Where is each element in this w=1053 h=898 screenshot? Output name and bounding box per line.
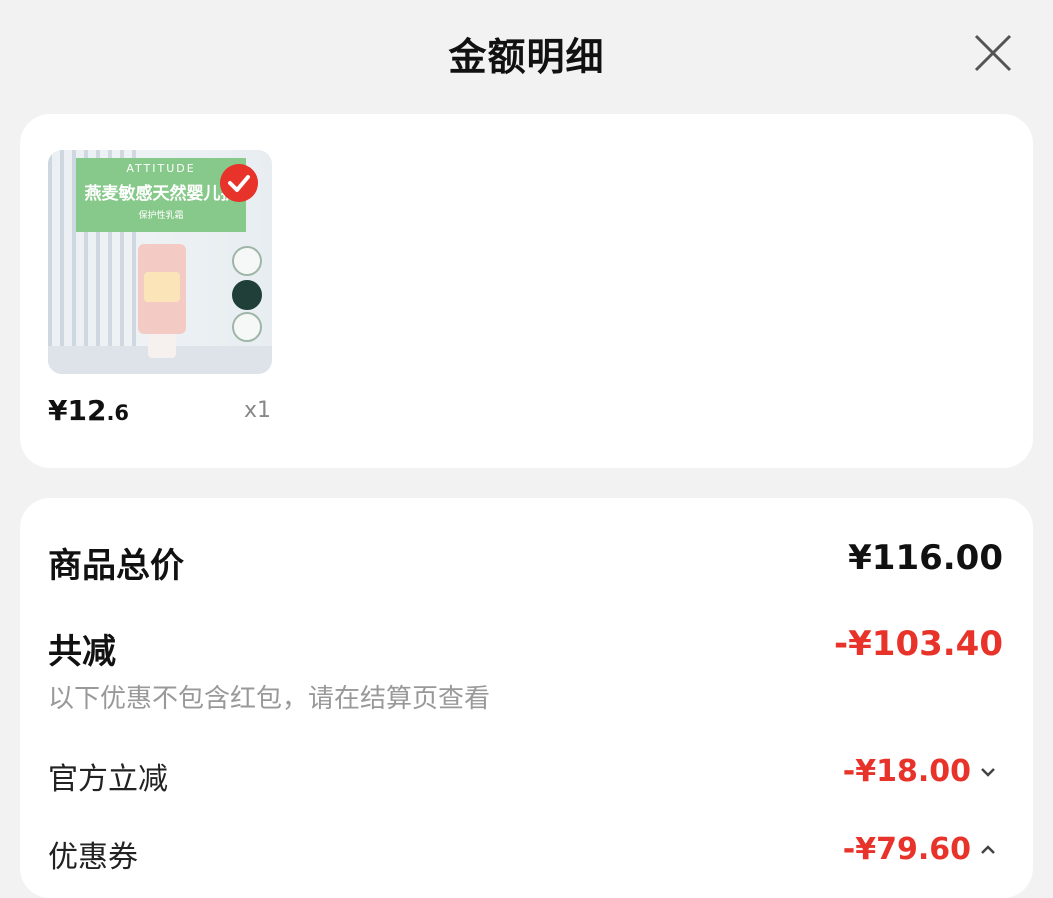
- discount-value: -¥103.40: [834, 624, 1003, 664]
- coupon-row[interactable]: -¥79.60: [843, 832, 997, 867]
- page-title: 金额明细: [448, 35, 605, 79]
- total-label: 商品总价: [48, 546, 184, 586]
- discount-hint: 以下优惠不包含红包，请在结算页查看: [48, 684, 491, 714]
- coupon-value: -¥79.60: [842, 832, 971, 867]
- product-price: ¥12.6: [48, 394, 129, 427]
- certification-badge-icon: [232, 246, 262, 276]
- product-image[interactable]: ATTITUDE 燕麦敏感天然婴儿护 保护性乳霜: [48, 150, 272, 374]
- checkmark-icon[interactable]: [220, 164, 258, 202]
- official-discount-row[interactable]: -¥18.00: [843, 754, 997, 789]
- close-icon[interactable]: [972, 32, 1014, 74]
- summary-card: 商品总价 ¥116.00 共减 -¥103.40 以下优惠不包含红包，请在结算页…: [20, 498, 1033, 898]
- product-image-banner: ATTITUDE 燕麦敏感天然婴儿护 保护性乳霜: [76, 158, 246, 232]
- product-card: ATTITUDE 燕麦敏感天然婴儿护 保护性乳霜 ¥12.6 x1: [20, 114, 1033, 468]
- natural-origin-badge-icon: [232, 312, 262, 342]
- official-discount-value: -¥18.00: [842, 754, 971, 789]
- coupon-label[interactable]: 优惠券: [48, 832, 138, 876]
- official-discount-label[interactable]: 官方立减: [48, 754, 168, 798]
- header: 金额明细: [0, 0, 1053, 108]
- product-image-subtitle: 保护性乳霜: [138, 211, 184, 221]
- total-value: ¥116.00: [848, 538, 1003, 578]
- chevron-down-icon[interactable]: [979, 766, 997, 778]
- score-badge-icon: [232, 280, 262, 310]
- product-tube-illustration: [138, 244, 186, 358]
- price-decimal: .6: [106, 401, 130, 425]
- discount-label: 共减: [48, 632, 116, 672]
- price-main: ¥12: [48, 394, 107, 427]
- product-brand: ATTITUDE: [126, 162, 196, 175]
- chevron-up-icon[interactable]: [979, 844, 997, 856]
- product-quantity: x1: [244, 398, 272, 423]
